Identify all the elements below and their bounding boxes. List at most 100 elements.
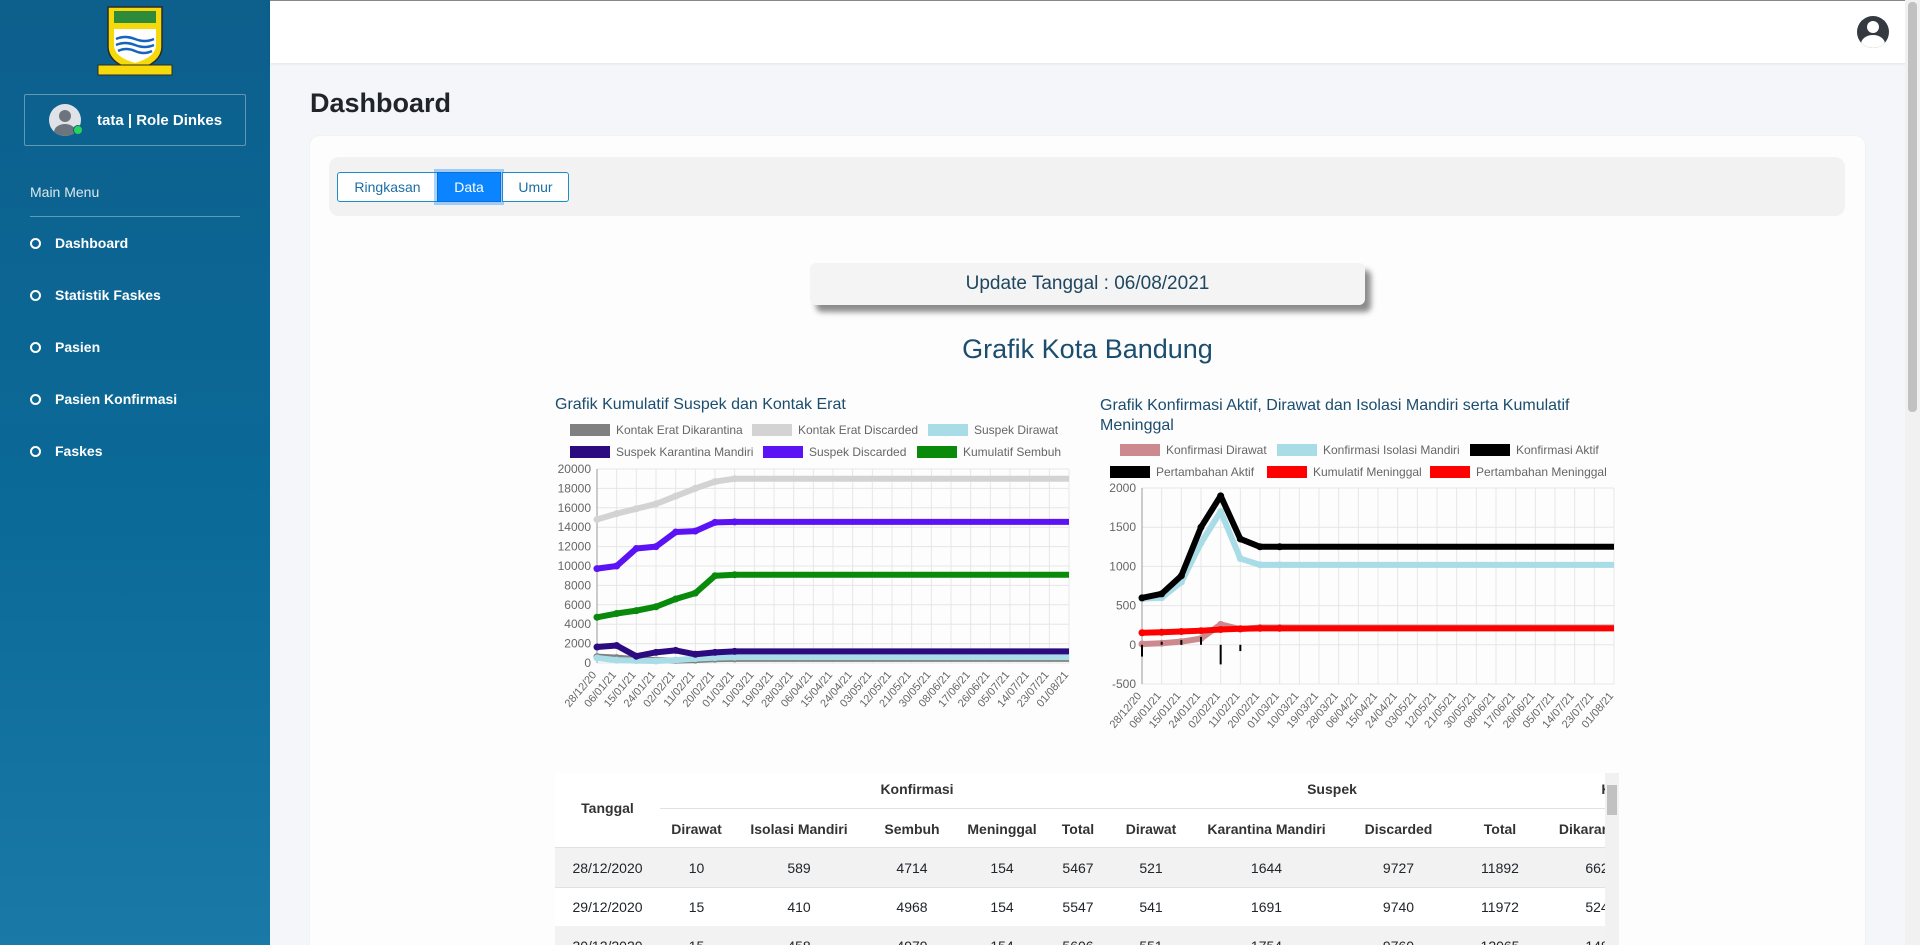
table-cell: 410 [787,899,811,915]
y-tick-label: 2000 [564,637,591,651]
data-point [1177,572,1185,580]
table-divider [555,887,1619,888]
y-tick-label: 10000 [558,559,592,573]
table-column-header: Discarded [1364,821,1433,837]
legend-swatch [570,424,610,436]
table-cell: 15 [660,938,733,945]
legend-swatch [570,446,610,458]
data-point [672,595,680,603]
table-column-header: Isolasi Mandiri [750,821,848,837]
table-cell: 154 [990,860,1014,876]
table-cell: 9740 [1382,899,1415,915]
data-bar [1239,644,1242,652]
table-cell: 551 [1111,938,1191,945]
user-panel[interactable]: tata | Role Dinkes [24,94,246,146]
y-tick-label: 8000 [564,578,591,592]
table-cell: 9727 [1382,860,1415,876]
data-point [632,545,640,553]
legend-swatch [1120,444,1160,456]
data-bar [1160,641,1163,645]
data-point [652,648,660,656]
data-point [1256,561,1264,569]
table-cell: 5547 [1062,899,1094,915]
data-bar [1200,636,1202,645]
data-point [1177,627,1185,635]
sidebar-item-label: Pasien [55,339,101,355]
legend-label: Kontak Erat Discarded [798,423,918,437]
table-column-header: Sembuh [884,821,940,837]
table-cell: 1691 [1250,899,1283,915]
data-point [1138,629,1146,637]
sidebar-item-label: Dashboard [55,235,129,251]
data-point [1217,492,1225,500]
legend-label: Kumulatif Sembuh [963,445,1061,459]
topbar [270,0,1920,63]
y-tick-label: 1500 [1109,520,1136,534]
chart-kumulatif-suspek: Kontak Erat Dikarantina Kontak Erat Disca… [558,423,1072,710]
legend-label: Pertambahan Aktif [1156,465,1255,479]
sidebar-item-dashboard[interactable]: Dashboard [30,231,128,255]
legend-swatch [763,446,803,458]
data-point [1236,535,1244,543]
y-tick-label: 4000 [564,617,591,631]
data-point [652,657,660,665]
data-point [672,528,680,536]
table-cell: 11892 [1481,860,1519,876]
data-point [613,510,621,518]
table-divider [660,808,1619,809]
data-bar [1180,640,1183,645]
sidebar-item-statistik-faskes[interactable]: Statistik Faskes [30,283,161,307]
sidebar-item-pasien-konfirmasi[interactable]: Pasien Konfirmasi [30,387,177,411]
table-column-header: Total [1483,821,1517,837]
table-cell-date: 29/12/2020 [572,899,643,915]
legend-label: Kumulatif Meninggal [1313,465,1422,479]
legend-swatch [752,424,792,436]
table-scrollbar[interactable] [1605,773,1619,945]
sidebar-item-pasien[interactable]: Pasien [30,335,100,359]
data-point [731,571,739,579]
data-point [1158,590,1166,598]
page-scrollbar[interactable] [1905,0,1920,945]
data-point [1197,627,1205,635]
legend-swatch [1110,466,1150,478]
legend-swatch [1470,444,1510,456]
update-date-box: Update Tanggal : 06/08/2021 [810,263,1365,305]
data-point [1256,624,1264,632]
data-point [593,613,601,621]
sidebar: tata | Role Dinkes Main Menu Dashboard S… [0,0,270,945]
data-point [1276,561,1284,569]
data-point [613,562,621,570]
tab-ringkasan[interactable]: Ringkasan [337,172,438,202]
table-column-header: Total [1061,821,1095,837]
data-point [1276,624,1284,632]
legend-label: Pertambahan Meninggal [1476,465,1607,479]
y-tick-label: -500 [1112,677,1136,691]
data-point [1217,508,1225,516]
y-tick-label: 16000 [558,501,592,515]
data-point [731,647,739,655]
y-tick-label: 0 [1129,638,1136,652]
data-point [711,518,719,526]
legend-swatch [928,424,968,436]
y-tick-label: 2000 [1109,481,1136,495]
data-point [613,610,621,618]
data-point [691,527,699,535]
table-cell: 5606 [1045,938,1111,945]
user-menu-icon[interactable] [1857,16,1889,48]
table-header-tanggal: Tanggal [581,800,634,816]
table-cell: 15 [688,899,705,915]
table-cell: 1644 [1250,860,1283,876]
sidebar-item-label: Pasien Konfirmasi [55,391,178,407]
data-point [593,643,601,651]
table-cell: 4714 [896,860,928,876]
sidebar-item-label: Statistik Faskes [55,287,161,303]
data-point [1217,626,1225,634]
sidebar-item-faskes[interactable]: Faskes [30,439,102,463]
data-point [672,656,680,664]
table-cell: 589 [787,860,811,876]
table-cell: 541 [1139,899,1163,915]
tab-umur[interactable]: Umur [502,172,569,202]
data-point [632,607,640,615]
data-point [613,656,621,664]
tab-data[interactable]: Data [437,172,501,202]
